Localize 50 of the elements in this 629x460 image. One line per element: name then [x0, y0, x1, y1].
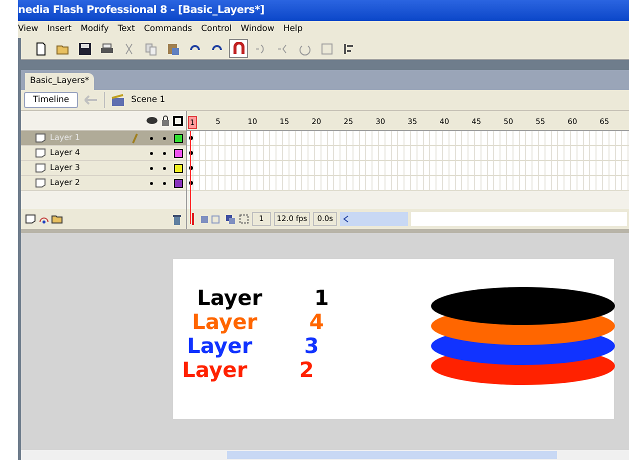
layer-name: Layer 2 [50, 177, 81, 189]
scroll-track[interactable] [411, 212, 627, 226]
outline-icon[interactable] [173, 116, 183, 126]
center-frame-icon[interactable] [189, 213, 197, 225]
layer-color-swatch[interactable] [174, 164, 183, 172]
stage-number: 2 [299, 359, 314, 381]
layer-row[interactable]: Layer 3 [21, 161, 186, 176]
stage-number: 3 [304, 335, 319, 357]
modify-markers-icon[interactable] [239, 214, 249, 224]
layer-name: Layer 1 [50, 132, 81, 144]
window-title: nedia Flash Professional 8 - [Basic_Layers*] [18, 0, 629, 21]
menu-item[interactable]: Insert [47, 23, 72, 36]
layer-icon [35, 163, 46, 173]
stage-number: 4 [309, 311, 324, 333]
horizontal-scrollbar-thumb[interactable] [227, 451, 557, 459]
stage-text: Layer [197, 287, 262, 309]
add-layer-icon[interactable] [25, 214, 37, 224]
menu-item[interactable]: Modify [80, 23, 109, 36]
edit-multiple-frames-icon[interactable] [225, 214, 236, 224]
layer-row[interactable]: Layer 2 [21, 176, 186, 191]
layer-row[interactable]: Layer 4 [21, 146, 186, 161]
magnet-icon[interactable] [229, 39, 248, 58]
document-tab[interactable]: Basic_Layers* [25, 73, 94, 90]
scene-label[interactable]: Scene 1 [131, 94, 166, 106]
menu-item[interactable]: Control [201, 23, 232, 36]
onion-skin-icon[interactable] [200, 214, 222, 224]
menu-item[interactable]: Window [240, 23, 274, 36]
layer-icon [35, 178, 46, 188]
layer-color-swatch[interactable] [174, 134, 183, 142]
stage-text: Layer [187, 335, 252, 357]
clapperboard-icon [111, 94, 126, 106]
stage-number: 1 [314, 287, 329, 309]
trash-icon[interactable] [172, 214, 182, 224]
folder-icon[interactable] [51, 214, 63, 224]
layer-color-swatch[interactable] [174, 178, 183, 188]
lock-icon[interactable] [161, 115, 170, 126]
layer-name: Layer 4 [50, 147, 81, 159]
menu-item[interactable]: View [18, 23, 38, 36]
layer-icon [35, 133, 46, 143]
menu-item[interactable]: Help [283, 23, 303, 36]
scroll-thumb[interactable] [352, 212, 408, 226]
layer-icon [35, 148, 46, 158]
layer-name: Layer 3 [50, 162, 81, 174]
timeline-button[interactable]: Timeline [24, 92, 78, 108]
stage-text: Layer [182, 359, 248, 381]
layer-color-swatch[interactable] [174, 148, 183, 158]
stage-text: Layer [192, 311, 258, 333]
menu-item[interactable]: Commands [144, 23, 192, 36]
eye-icon[interactable] [146, 116, 158, 125]
menu-item[interactable]: Text [118, 23, 135, 36]
